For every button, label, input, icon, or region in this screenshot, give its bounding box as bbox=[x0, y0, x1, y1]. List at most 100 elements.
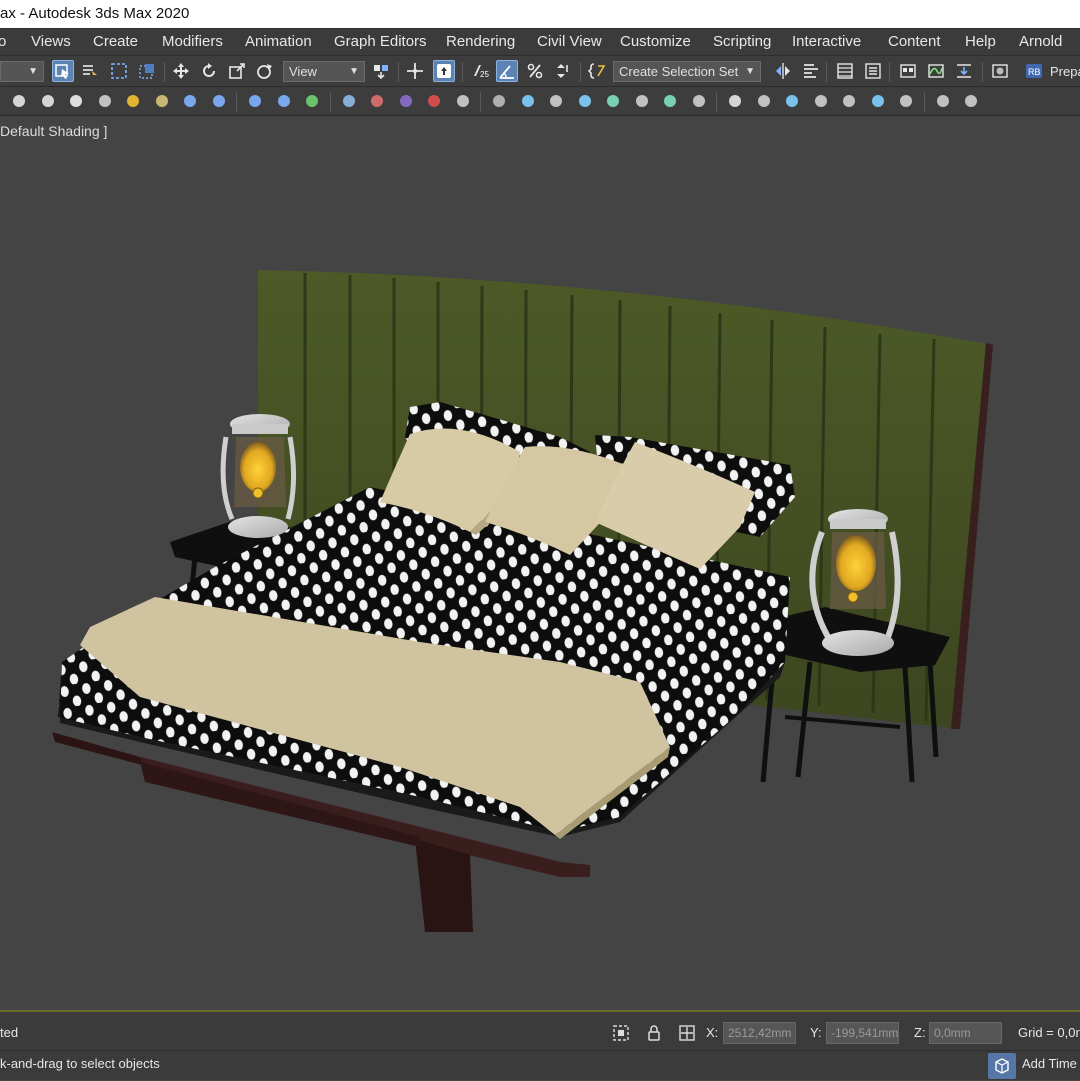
toggle-ribbon-button[interactable] bbox=[897, 60, 919, 82]
x-coordinate-field[interactable]: 2512,42mm bbox=[723, 1022, 796, 1044]
menu-file[interactable]: o bbox=[0, 29, 6, 55]
sun-button[interactable] bbox=[122, 90, 144, 112]
camera-button[interactable] bbox=[574, 90, 596, 112]
camera-button[interactable] bbox=[838, 90, 860, 112]
rect-selection-button[interactable] bbox=[108, 60, 130, 82]
isolate-selection-button[interactable] bbox=[610, 1022, 632, 1044]
named-selection-set-dropdown[interactable]: Create Selection Set ▼ bbox=[613, 61, 761, 82]
disc-icon bbox=[155, 95, 168, 107]
menu-modifiers[interactable]: Modifiers bbox=[162, 29, 223, 55]
layers-button[interactable] bbox=[960, 90, 982, 112]
menu-customize[interactable]: Customize bbox=[620, 29, 691, 55]
viewport-button[interactable] bbox=[867, 90, 889, 112]
named-selection-set-value: Create Selection Set bbox=[619, 64, 739, 79]
edit-named-selection-button[interactable] bbox=[586, 60, 608, 82]
hemisphere-button[interactable] bbox=[37, 90, 59, 112]
viewport-perspective[interactable]: Default Shading ] bbox=[0, 117, 1080, 1010]
grid-plane-button[interactable] bbox=[179, 90, 201, 112]
frame-button[interactable] bbox=[781, 90, 803, 112]
z-coordinate-field[interactable]: 0,0mm bbox=[929, 1022, 1002, 1044]
camera-icon bbox=[843, 95, 855, 107]
teapot-button[interactable] bbox=[895, 90, 917, 112]
scale-button[interactable] bbox=[226, 60, 248, 82]
scene-render[interactable] bbox=[0, 117, 1080, 1010]
refresh-button[interactable] bbox=[724, 90, 746, 112]
mirror-button[interactable] bbox=[772, 60, 794, 82]
menu-arnold[interactable]: Arnold bbox=[1019, 29, 1062, 55]
globe-button[interactable] bbox=[338, 90, 360, 112]
menu-create[interactable]: Create bbox=[93, 29, 138, 55]
curve-editor-button[interactable] bbox=[925, 60, 947, 82]
help-button[interactable] bbox=[488, 90, 510, 112]
add-time-tag-label[interactable]: Add Time bbox=[1022, 1051, 1077, 1077]
snap-icon: 25 bbox=[474, 65, 489, 79]
percent-snap-button[interactable] bbox=[524, 60, 546, 82]
light-bulb-icon bbox=[521, 95, 534, 107]
sun-light-button[interactable] bbox=[545, 90, 567, 112]
tree-button[interactable] bbox=[602, 90, 624, 112]
toolbar-divider bbox=[398, 62, 399, 82]
add-time-tag-button[interactable] bbox=[988, 1053, 1016, 1079]
move-button[interactable] bbox=[170, 60, 192, 82]
material-editor-button[interactable] bbox=[989, 60, 1011, 82]
window-crossing-button[interactable] bbox=[136, 60, 158, 82]
select-manipulate-button[interactable] bbox=[404, 60, 426, 82]
menu-views[interactable]: Views bbox=[31, 29, 71, 55]
render-setup-button[interactable]: RB bbox=[1023, 60, 1045, 82]
material-ball-button[interactable] bbox=[208, 90, 230, 112]
align-button[interactable] bbox=[800, 60, 822, 82]
disc-button[interactable] bbox=[151, 90, 173, 112]
menu-animation[interactable]: Animation bbox=[245, 29, 312, 55]
box-button[interactable] bbox=[395, 90, 417, 112]
keyboard-override-icon bbox=[437, 64, 451, 78]
gear-button[interactable] bbox=[273, 90, 295, 112]
schematic-view-button[interactable] bbox=[953, 60, 975, 82]
absolute-mode-button[interactable] bbox=[676, 1022, 698, 1044]
prompt-text: k-and-drag to select objects bbox=[0, 1056, 160, 1071]
film-button[interactable] bbox=[810, 90, 832, 112]
book-button[interactable] bbox=[688, 90, 710, 112]
prepare-label[interactable]: Prepa bbox=[1050, 56, 1080, 86]
menu-scripting[interactable]: Scripting bbox=[713, 29, 771, 55]
sphere-button[interactable] bbox=[65, 90, 87, 112]
light-bulb-button[interactable] bbox=[517, 90, 539, 112]
plant-button[interactable] bbox=[301, 90, 323, 112]
toolbar-divider bbox=[889, 62, 890, 82]
keyboard-shortcut-override-button[interactable] bbox=[433, 60, 455, 82]
menu-help[interactable]: Help bbox=[965, 29, 996, 55]
bulb-button[interactable] bbox=[932, 90, 954, 112]
book-button[interactable] bbox=[631, 90, 653, 112]
selection-lock-button[interactable] bbox=[643, 1022, 665, 1044]
y-coordinate-field[interactable]: -199,541mm bbox=[826, 1022, 899, 1044]
menu-civil-view[interactable]: Civil View bbox=[537, 29, 602, 55]
list-icon bbox=[83, 65, 97, 75]
select-by-name-button[interactable] bbox=[79, 60, 101, 82]
menu-rendering[interactable]: Rendering bbox=[446, 29, 515, 55]
render-button[interactable] bbox=[423, 90, 445, 112]
atom-button[interactable] bbox=[244, 90, 266, 112]
image-button[interactable] bbox=[753, 90, 775, 112]
select-object-button[interactable] bbox=[52, 60, 74, 82]
menu-interactive[interactable]: Interactive bbox=[792, 29, 861, 55]
cone-button[interactable] bbox=[94, 90, 116, 112]
layer-explorer-button[interactable] bbox=[862, 60, 884, 82]
plane-button[interactable] bbox=[8, 90, 30, 112]
scene-explorer-button[interactable] bbox=[834, 60, 856, 82]
palette-button[interactable] bbox=[366, 90, 388, 112]
spinner-snap-button[interactable] bbox=[551, 60, 573, 82]
selection-filter-dropdown[interactable]: ▼ bbox=[0, 61, 44, 82]
tree-button[interactable] bbox=[659, 90, 681, 112]
window-crossing-icon bbox=[139, 64, 154, 79]
curve-editor-icon bbox=[928, 64, 944, 78]
menu-content[interactable]: Content bbox=[888, 29, 941, 55]
clipboard-button[interactable] bbox=[452, 90, 474, 112]
ribbon-icon bbox=[900, 64, 916, 78]
pivot-button[interactable] bbox=[370, 60, 392, 82]
reference-coordinate-dropdown[interactable]: View ▼ bbox=[283, 61, 365, 82]
snaps-toggle-button[interactable]: 25 bbox=[467, 60, 493, 82]
rotate-button[interactable] bbox=[198, 60, 220, 82]
material-editor-icon bbox=[992, 64, 1008, 78]
menu-graph-editors[interactable]: Graph Editors bbox=[334, 29, 427, 55]
angle-snap-button[interactable] bbox=[496, 60, 518, 82]
place-button[interactable] bbox=[254, 60, 276, 82]
